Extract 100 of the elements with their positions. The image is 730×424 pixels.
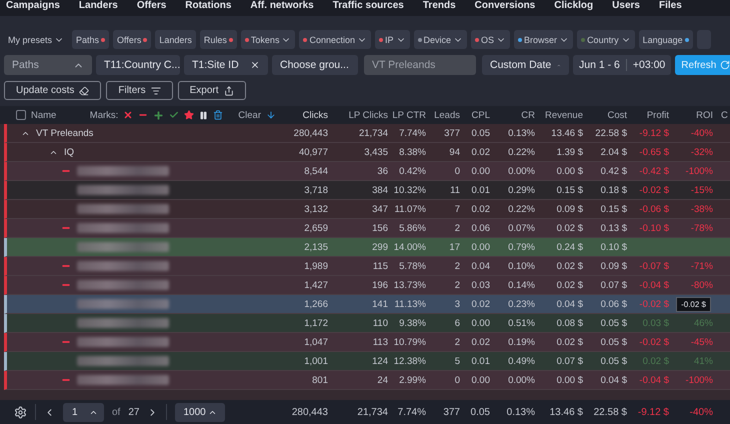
clear-link[interactable]: Clear xyxy=(238,110,261,120)
table-cell-text: 110 xyxy=(372,318,388,328)
table-cell-text: 0 xyxy=(454,166,460,176)
column-header[interactable]: Leads xyxy=(426,110,460,120)
column-header[interactable]: Name xyxy=(31,110,56,120)
column-header[interactable]: LP Clicks xyxy=(328,110,388,120)
check-icon[interactable] xyxy=(169,110,180,120)
column-header[interactable]: LP CTR xyxy=(388,110,426,120)
filter-chip[interactable]: Language xyxy=(638,30,693,49)
nav-tab[interactable]: Landers xyxy=(78,0,118,11)
table-cell-text: 0.00 xyxy=(470,318,490,328)
filter-chip[interactable]: IP xyxy=(375,30,410,49)
group-select[interactable]: Paths xyxy=(4,55,92,75)
table-row[interactable]: 801 24 2.99% 0 0.00 0.00% 0.00 $ 0.04 $ -0.04 $ -100% xyxy=(4,371,730,390)
column-header[interactable]: Cost xyxy=(583,110,627,120)
table-cell-text: 1,266 xyxy=(303,298,328,310)
table-row[interactable]: 1,266 141 11.13% 3 0.02 0.23% 0.04 $ 0.06 $ -0.02 $ -0.02 $ xyxy=(4,295,730,314)
table-cell-text: 24 xyxy=(376,374,388,386)
table-cell-text: -0.07 $ xyxy=(638,260,669,272)
table-cell-text: 0.04 $ xyxy=(556,298,583,310)
column-header[interactable]: CR xyxy=(490,110,535,120)
page-size-select[interactable]: 1000 xyxy=(175,402,225,422)
close-icon[interactable] xyxy=(250,60,260,70)
table-cell-text: 0.19% xyxy=(507,336,535,348)
column-header[interactable]: CPL xyxy=(460,110,490,120)
plus-icon[interactable] xyxy=(153,110,164,120)
nav-tab[interactable]: Offers xyxy=(136,0,166,11)
table-cell-text: 2.04 $ xyxy=(600,146,627,158)
table-row[interactable]: 2,659 156 5.86% 2 0.06 0.07% 0.02 $ 0.13 $ -0.10 $ -78% xyxy=(4,219,730,238)
table-cell-text: 0.29% xyxy=(507,184,535,196)
star-icon[interactable] xyxy=(184,110,194,120)
date-range[interactable]: Jun 1 - 6 +03:00 xyxy=(573,55,672,75)
action-button[interactable]: Export xyxy=(178,81,246,100)
table-cell-text: 0.03 xyxy=(470,280,490,290)
nav-tab[interactable]: Campaigns xyxy=(6,0,60,11)
total-cell-text: 13.46 $ xyxy=(548,406,583,418)
action-button[interactable]: Filters xyxy=(106,81,173,100)
table-cell-text: -0.10 $ xyxy=(638,222,669,234)
column-header[interactable]: C xyxy=(713,110,730,120)
table-cell-text: 0.79% xyxy=(507,242,535,252)
table-row[interactable]: 3,718 384 10.32% 11 0.01 0.29% 0.15 $ 0.18 $ -0.02 $ -15% xyxy=(4,181,730,200)
filter-chip[interactable]: Rules xyxy=(200,30,237,49)
filter-chip[interactable]: Browser xyxy=(514,30,574,49)
table-row[interactable]: 1,427 196 13.73% 2 0.03 0.14% 0.02 $ 0.07 $ -0.04 $ -80% xyxy=(4,276,730,295)
table-cell-text: 22.58 $ xyxy=(594,128,627,138)
select-all-checkbox[interactable] xyxy=(16,110,26,120)
total-cell-text: 280,443 xyxy=(290,406,328,418)
filter-chip[interactable]: Connection xyxy=(299,30,371,49)
table-row[interactable]: IQ 40,977 3,435 8.38% 94 0.02 0.22% 1.39 $ 2.04 $ -0.65 $ -32% xyxy=(4,143,730,162)
table-row[interactable]: 3,132 347 11.07% 7 0.02 0.22% 0.09 $ 0.15 $ -0.06 $ -38% xyxy=(4,200,730,219)
table-cell-text: 0.00 $ xyxy=(556,166,583,176)
filter-chip[interactable]: Paths xyxy=(72,30,110,49)
table-cell-text: 2,135 xyxy=(303,242,328,252)
search-field[interactable]: VT Preleands xyxy=(364,55,476,75)
table-cell-text: -100% xyxy=(684,166,713,176)
nav-tab[interactable]: Traffic sources xyxy=(332,0,404,11)
filter-chip[interactable]: Country xyxy=(577,30,635,49)
group-tag[interactable]: T11:Country C... xyxy=(96,55,180,75)
filter-chip[interactable]: Device xyxy=(414,30,468,49)
table-cell-text: -100% xyxy=(684,374,713,386)
page-field[interactable]: 1 xyxy=(63,402,104,422)
close-icon[interactable] xyxy=(123,110,134,120)
group-tag[interactable]: T1:Site ID xyxy=(184,55,268,75)
table-row[interactable]: 8,544 36 0.42% 0 0.00 0.00% 0.00 $ 0.42 $ -0.42 $ -100% xyxy=(4,162,730,181)
nav-tab[interactable]: Rotations xyxy=(185,0,232,11)
filter-chip[interactable]: OS xyxy=(471,30,510,49)
pause-icon[interactable] xyxy=(199,110,208,120)
table-row[interactable]: 1,047 113 10.79% 2 0.02 0.19% 0.02 $ 0.05 $ -0.02 $ -45% xyxy=(4,333,730,352)
table-row[interactable]: VT Preleands 280,443 21,734 7.74% 377 0.05 0.13% 13.46 $ 22.58 $ -9.12 $ -40% xyxy=(4,124,730,143)
column-header[interactable]: Revenue xyxy=(535,110,583,120)
group-select[interactable]: Choose grou... xyxy=(272,55,358,75)
action-button[interactable]: Update costs xyxy=(4,81,102,100)
table-row[interactable]: 2,135 299 14.00% 17 0.00 0.79% 0.24 $ 0.10 $ xyxy=(4,238,730,257)
total-cell-text: 377 xyxy=(442,406,460,418)
table-cell-text: 8,544 xyxy=(303,166,328,176)
settings-icon[interactable] xyxy=(14,406,27,418)
table-cell-text: 0.00 xyxy=(470,374,490,386)
table-row[interactable]: 1,989 115 5.78% 2 0.04 0.10% 0.02 $ 0.09 $ -0.07 $ -71% xyxy=(4,257,730,276)
date-select[interactable]: Custom Date xyxy=(482,55,569,75)
column-header[interactable]: ROI xyxy=(669,110,713,120)
filter-chip[interactable]: Tokens xyxy=(240,30,296,49)
table-cell-text: 21,734 xyxy=(358,128,388,138)
filter-chip[interactable]: My presets xyxy=(4,30,68,49)
table-cell-text: 0.00 $ xyxy=(556,374,583,386)
column-header[interactable]: Profit xyxy=(627,110,669,120)
table-row[interactable]: 1,001 124 12.38% 5 0.01 0.49% 0.07 $ 0.05 $ 0.02 $ 41% xyxy=(4,352,730,371)
table-cell-text: 124 xyxy=(371,356,388,366)
filter-chip[interactable]: Landers xyxy=(155,30,196,49)
nav-tab[interactable]: Aff. networks xyxy=(250,0,314,11)
table-cell-text: 41% xyxy=(692,356,713,366)
nav-tab[interactable]: Conversions xyxy=(474,0,536,11)
nav-tab[interactable]: Trends xyxy=(422,0,456,11)
filter-chip[interactable]: Offers xyxy=(113,30,152,49)
column-header[interactable]: Clicks xyxy=(270,110,328,120)
total-cell-text: 22.58 $ xyxy=(592,406,627,418)
trash-icon[interactable] xyxy=(213,110,224,120)
nav-tab[interactable]: Users xyxy=(612,0,640,11)
nav-tab[interactable]: Files xyxy=(658,0,682,11)
nav-tab[interactable]: Clicklog xyxy=(554,0,594,11)
table-row[interactable]: 1,172 110 9.38% 6 0.00 0.51% 0.08 $ 0.05 $ 0.03 $ 46% xyxy=(4,314,730,333)
